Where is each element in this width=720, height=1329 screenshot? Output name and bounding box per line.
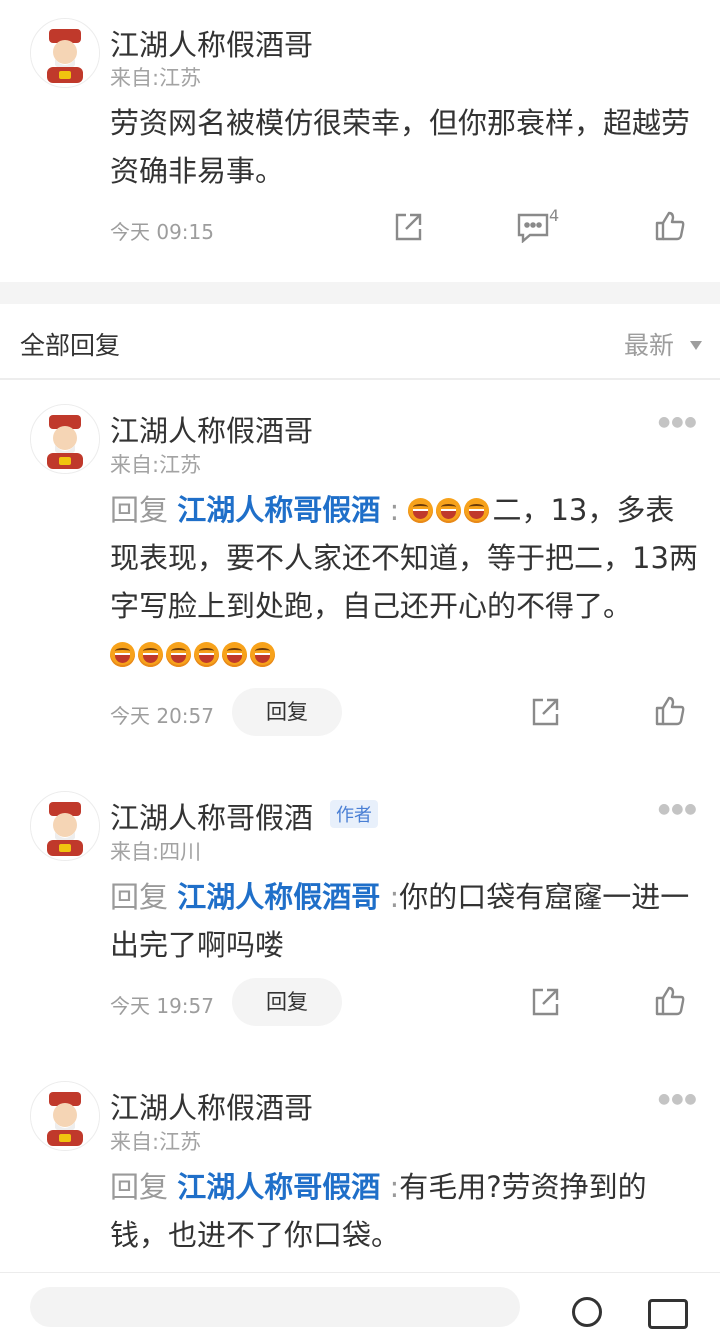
timestamp: 今天 20:57 [110,704,214,728]
laughing-emoji-icon [464,498,490,523]
avatar[interactable] [30,18,100,88]
more-dots-icon[interactable]: ●●● [658,414,698,430]
avatar[interactable] [30,791,100,861]
author-badge: 作者 [330,800,378,828]
avatar-image [31,405,99,473]
more-dots-icon[interactable]: ●●● [658,1091,698,1107]
comment-count: 4 [549,206,560,225]
sort-dropdown[interactable]: 最新 [624,326,702,362]
location-label: 来自:四川 [110,840,202,864]
thumbs-up-icon[interactable] [654,210,686,246]
header-divider [0,378,720,380]
mention-link[interactable]: 江湖人称假酒哥 [177,880,380,914]
comment-text: 劳资网名被模仿很荣幸，但你那衰样，超越劳资确非易事。 [110,106,691,188]
share-icon[interactable] [392,211,424,247]
laughing-emoji-icon [408,498,434,523]
avatar-image [31,1082,99,1150]
reply-text: 回复 江湖人称哥假酒 : 二，13，多表现表现，要不人家还不知道，等于把二，13… [110,486,700,678]
mention-colon: : [389,880,400,914]
location-label: 来自:江苏 [110,453,202,477]
timestamp: 今天 19:57 [110,994,214,1018]
emoji-icon[interactable] [572,1297,602,1327]
location-label: 来自:江苏 [110,66,202,90]
reply-text: 回复 江湖人称哥假酒 :有毛用?劳资挣到的钱，也进不了你口袋。 [110,1163,700,1259]
sort-label: 最新 [624,331,675,360]
laughing-emoji-icon [436,498,462,523]
laughing-emoji-icon [194,642,219,667]
laughing-emoji-icon [250,642,275,667]
thumbs-up-icon[interactable] [654,985,686,1021]
avatar[interactable] [30,404,100,474]
caret-down-icon [689,341,702,350]
username[interactable]: 江湖人称假酒哥 [110,22,313,64]
avatar[interactable] [30,1081,100,1151]
avatar-image [31,19,99,87]
laughing-emoji-icon [166,642,191,667]
reply-prefix: 回复 [110,880,169,914]
section-divider [0,282,720,304]
comment-input[interactable] [30,1287,520,1327]
reply-text: 回复 江湖人称假酒哥 :你的口袋有窟窿一进一出完了啊吗喽 [110,873,700,969]
share-icon[interactable] [529,986,561,1022]
replies-title: 全部回复 [20,331,121,360]
more-dots-icon[interactable]: ●●● [658,801,698,817]
username[interactable]: 江湖人称哥假酒 [110,795,313,837]
thumbs-up-icon[interactable] [654,695,686,731]
reply-button[interactable]: 回复 [232,688,342,736]
comment-icon[interactable] [516,211,550,247]
bottom-bar [0,1272,720,1329]
share-icon[interactable] [529,696,561,732]
laughing-emoji-icon [110,642,135,667]
timestamp: 今天 09:15 [110,220,214,244]
mention-link[interactable]: 江湖人称哥假酒 [177,1170,380,1204]
location-label: 来自:江苏 [110,1130,202,1154]
mention-colon: : [389,493,400,527]
laughing-emoji-icon [138,642,163,667]
mention-colon: : [389,1170,400,1204]
reply-prefix: 回复 [110,493,169,527]
username[interactable]: 江湖人称假酒哥 [110,408,313,450]
mention-link[interactable]: 江湖人称哥假酒 [177,493,380,527]
username[interactable]: 江湖人称假酒哥 [110,1085,313,1127]
laughing-emoji-icon [222,642,247,667]
reply-prefix: 回复 [110,1170,169,1204]
avatar-image [31,792,99,860]
reply-button[interactable]: 回复 [232,978,342,1026]
